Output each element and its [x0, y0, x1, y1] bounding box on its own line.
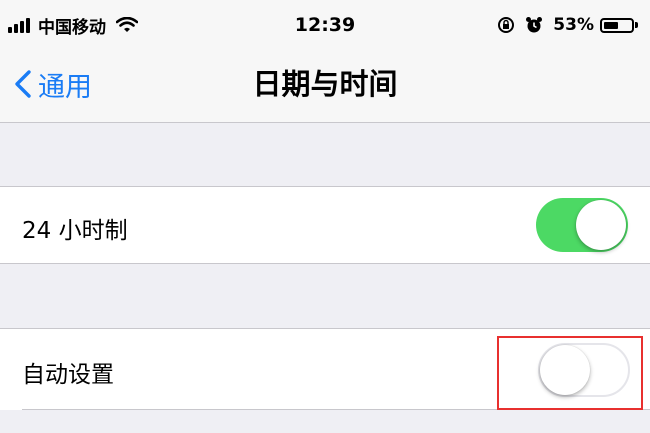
highlight-box [497, 336, 643, 410]
toggle-24-hour[interactable] [536, 198, 628, 252]
settings-row-24-hour: 24 小时制 [0, 186, 650, 264]
status-right: 53% [497, 10, 638, 40]
status-bar: 中国移动 12:39 53% [0, 0, 650, 50]
page-title: 日期与时间 [252, 67, 398, 101]
alarm-icon [525, 16, 543, 34]
row-label-auto-set: 自动设置 [22, 362, 114, 388]
rotation-lock-icon [497, 16, 515, 34]
battery-icon [600, 17, 638, 33]
battery-percent: 53% [553, 15, 594, 35]
navigation-bar: 通用 日期与时间 [0, 50, 650, 123]
row-label-24-hour: 24 小时制 [22, 218, 128, 244]
toggle-knob [576, 200, 626, 250]
